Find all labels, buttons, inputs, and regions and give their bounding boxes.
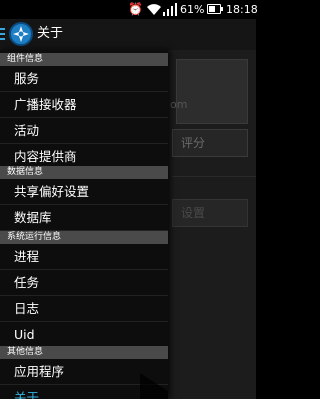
settings-button[interactable]: 设置: [172, 199, 248, 227]
drawer-item-activities[interactable]: 活动: [0, 118, 168, 144]
clock: 18:18: [226, 3, 258, 16]
status-bar: ⏰ 61% 18:18: [0, 0, 258, 19]
drawer-item-processes[interactable]: 进程: [0, 244, 168, 270]
drawer-item-shared-preferences[interactable]: 共享偏好设置: [0, 179, 168, 205]
section-header-runtime-info: 系统运行信息: [0, 231, 168, 244]
drawer-item-logs[interactable]: 日志: [0, 296, 168, 322]
drawer-item-broadcast-receivers[interactable]: 广播接收器: [0, 92, 168, 118]
signal-icon: [163, 3, 177, 16]
rate-button[interactable]: 评分: [172, 129, 248, 157]
section-header-data-info: 数据信息: [0, 166, 168, 179]
battery-icon: [207, 4, 223, 14]
divider: [172, 176, 256, 177]
drawer-item-tasks[interactable]: 任务: [0, 270, 168, 296]
section-header-component-info: 组件信息: [0, 53, 168, 66]
drawer-item-uid[interactable]: Uid: [0, 322, 168, 348]
wifi-icon: [147, 4, 161, 15]
navigation-drawer: 组件信息 服务 广播接收器 活动 内容提供商 数据信息 共享偏好设置 数据库 系…: [0, 50, 168, 399]
app-logo-icon[interactable]: [9, 22, 33, 46]
battery-percent: 61%: [180, 3, 205, 16]
drawer-edge-shadow: [140, 373, 168, 399]
drawer-toggle-icon[interactable]: [0, 28, 6, 42]
page-title: 关于: [37, 26, 64, 41]
section-header-other-info: 其他信息: [0, 346, 168, 359]
drawer-item-services[interactable]: 服务: [0, 66, 168, 92]
background-image-placeholder: [176, 59, 248, 124]
drawer-item-databases[interactable]: 数据库: [0, 205, 168, 231]
action-bar: 关于: [0, 19, 256, 50]
background-partial-text: om: [170, 98, 188, 111]
battery-fill: [209, 6, 215, 12]
alarm-icon: ⏰: [128, 2, 143, 16]
